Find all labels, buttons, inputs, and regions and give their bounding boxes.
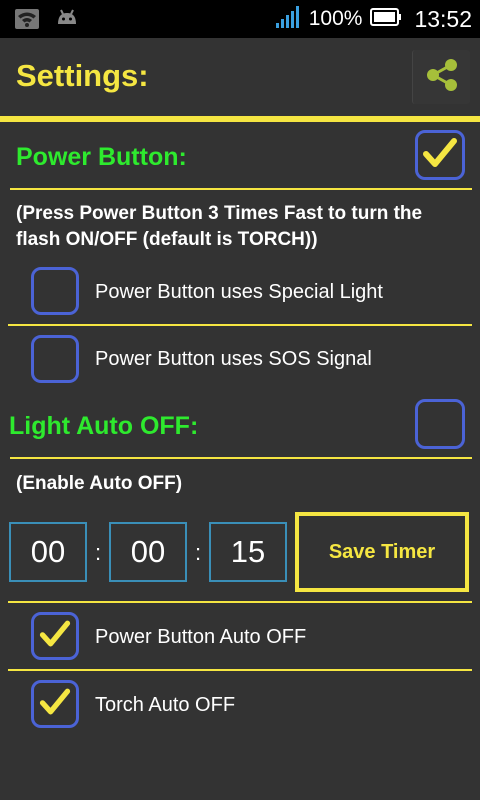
battery-icon bbox=[370, 7, 402, 32]
signal-icon bbox=[275, 5, 301, 34]
time-separator: : bbox=[95, 540, 102, 565]
light-auto-off-heading: Light Auto OFF: bbox=[9, 412, 199, 440]
torch-auto-off-checkbox[interactable] bbox=[31, 680, 79, 728]
minutes-field[interactable]: 00 bbox=[109, 522, 187, 582]
torch-auto-off-label: Torch Auto OFF bbox=[95, 694, 236, 716]
status-bar: 100% 13:52 bbox=[0, 0, 480, 38]
save-timer-button[interactable]: Save Timer bbox=[295, 512, 469, 592]
seconds-field[interactable]: 15 bbox=[209, 522, 287, 582]
hours-field[interactable]: 00 bbox=[9, 522, 87, 582]
divider bbox=[10, 457, 472, 459]
share-icon bbox=[424, 57, 460, 98]
power-button-heading: Power Button: bbox=[16, 143, 187, 171]
checkmark-icon bbox=[422, 137, 458, 174]
android-icon bbox=[54, 8, 80, 35]
special-light-label: Power Button uses Special Light bbox=[95, 281, 383, 303]
share-button[interactable] bbox=[412, 50, 470, 104]
page-title: Settings: bbox=[16, 58, 149, 93]
checkmark-icon bbox=[39, 687, 71, 722]
divider bbox=[8, 669, 472, 671]
title-divider bbox=[0, 116, 480, 122]
divider bbox=[8, 601, 472, 603]
light-auto-off-checkbox[interactable] bbox=[415, 399, 465, 449]
status-time: 13:52 bbox=[414, 5, 472, 32]
wifi-icon bbox=[14, 8, 40, 35]
divider bbox=[8, 324, 472, 326]
action-bar: Settings: bbox=[0, 38, 480, 116]
sos-signal-label: Power Button uses SOS Signal bbox=[95, 348, 372, 370]
power-button-auto-off-checkbox[interactable] bbox=[31, 612, 79, 660]
checkmark-icon bbox=[39, 619, 71, 654]
battery-percent: 100% bbox=[308, 7, 363, 30]
power-button-description: (Press Power Button 3 Times Fast to turn… bbox=[16, 203, 423, 250]
sos-signal-checkbox[interactable] bbox=[31, 335, 79, 383]
auto-off-description: (Enable Auto OFF) bbox=[16, 473, 183, 494]
divider bbox=[10, 188, 472, 190]
time-separator: : bbox=[195, 540, 202, 565]
power-button-auto-off-label: Power Button Auto OFF bbox=[95, 626, 307, 648]
power-button-checkbox[interactable] bbox=[415, 130, 465, 180]
special-light-checkbox[interactable] bbox=[31, 267, 79, 315]
